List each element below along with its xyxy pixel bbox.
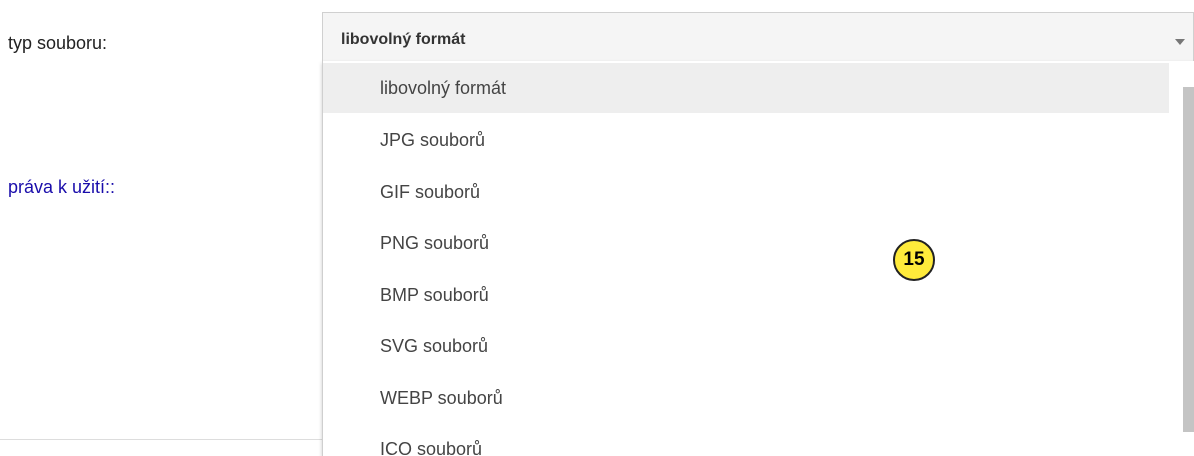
divider [0, 439, 322, 440]
option-jpg[interactable]: JPG souborů [323, 115, 1169, 165]
step-number-badge: 15 [893, 239, 935, 281]
option-any-format[interactable]: libovolný formát [323, 63, 1169, 113]
dropdown-scrollbar[interactable] [1183, 87, 1194, 432]
usage-rights-label[interactable]: práva k užití:: [8, 176, 115, 198]
option-png[interactable]: PNG souborů [323, 218, 1169, 268]
option-bmp[interactable]: BMP souborů [323, 270, 1169, 320]
select-selected-value: libovolný formát [341, 31, 466, 48]
file-type-label: typ souboru: [8, 33, 108, 53]
option-ico[interactable]: ICO souborů [323, 424, 1169, 456]
option-webp[interactable]: WEBP souborů [323, 373, 1169, 423]
option-svg[interactable]: SVG souborů [323, 321, 1169, 371]
option-gif[interactable]: GIF souborů [323, 167, 1169, 217]
file-type-dropdown-menu: libovolný formát JPG souborů GIF souborů… [322, 61, 1194, 456]
chevron-down-icon[interactable] [1175, 39, 1185, 45]
